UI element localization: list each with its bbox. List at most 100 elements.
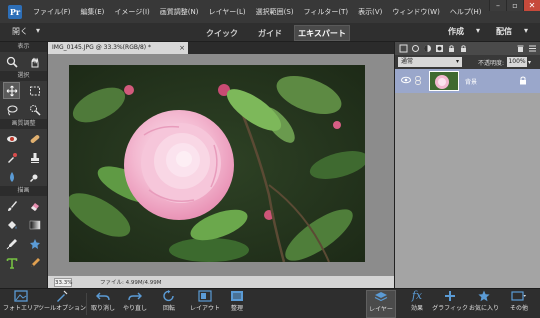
new-group-icon[interactable]	[411, 44, 420, 53]
lock-all-icon[interactable]	[459, 44, 468, 53]
menu-help[interactable]: ヘルプ(H)	[445, 7, 487, 17]
gradient-tool-icon[interactable]	[27, 216, 44, 233]
more-button[interactable]: その他	[504, 290, 534, 318]
sponge-tool-icon[interactable]	[27, 168, 44, 185]
lock-icon[interactable]	[447, 44, 456, 53]
menu-enhance[interactable]: 画質調整(N)	[155, 7, 204, 17]
tab-quick[interactable]: クイック	[200, 25, 244, 41]
quick-selection-tool-icon[interactable]	[27, 101, 44, 118]
fx-icon: fx	[411, 289, 423, 302]
menu-select[interactable]: 選択範囲(S)	[251, 7, 299, 17]
lasso-tool-icon[interactable]	[3, 101, 20, 118]
brush-tool-icon[interactable]	[3, 197, 20, 214]
undo-button[interactable]: 取り消し	[89, 290, 117, 318]
star-icon	[478, 290, 490, 302]
marquee-tool-icon[interactable]	[27, 82, 44, 99]
menu-image[interactable]: イメージ(I)	[109, 7, 154, 17]
paint-bucket-tool-icon[interactable]	[3, 216, 20, 233]
status-bar: 33.3% ファイル: 4.99M/4.99M	[48, 276, 394, 288]
minimize-button[interactable]: –	[489, 0, 506, 11]
eraser-tool-icon[interactable]	[27, 197, 44, 214]
close-button[interactable]: ✕	[523, 0, 540, 11]
background-lock-icon	[518, 75, 528, 87]
effects-label: 効果	[410, 305, 423, 312]
document-tab[interactable]: IMG_0145.JPG @ 33.3%(RGB/8) * ×	[48, 42, 188, 54]
new-layer-icon[interactable]	[399, 44, 408, 53]
create-menu[interactable]: 作成 ▾	[448, 26, 480, 37]
photo-bin-button[interactable]: フォトエリア	[3, 290, 39, 318]
chevron-down-icon: ▾	[455, 58, 459, 65]
opacity-label: 不透明度:	[478, 59, 505, 67]
custom-shape-tool-icon[interactable]	[27, 235, 44, 252]
tab-guided[interactable]: ガイド	[252, 25, 288, 41]
chevron-down-icon: ▾	[36, 26, 41, 35]
clone-stamp-tool-icon[interactable]	[27, 149, 44, 166]
layout-button[interactable]: レイアウト	[189, 290, 221, 318]
move-tool-icon[interactable]	[3, 82, 21, 99]
layout-label: レイアウト	[189, 305, 220, 312]
chevron-down-icon: ▾	[524, 26, 529, 35]
eye-icon[interactable]	[401, 76, 411, 86]
more-label: その他	[509, 305, 528, 312]
layers-panel: 通常 ▾ 不透明度: 100% ▾ 背景	[394, 42, 540, 293]
tool-section-enhance: 画質調整	[0, 119, 47, 129]
opacity-field[interactable]: 100%	[507, 57, 528, 67]
menu-layer[interactable]: レイヤー(L)	[203, 7, 250, 17]
menu-filter[interactable]: フィルター(T)	[299, 7, 354, 17]
layer-mask-icon[interactable]	[435, 44, 444, 53]
redo-icon	[128, 292, 142, 301]
eyedropper-tool-icon[interactable]	[3, 235, 20, 252]
spot-healing-tool-icon[interactable]	[27, 130, 44, 147]
photo-canvas[interactable]	[69, 65, 365, 262]
rotate-icon	[163, 290, 174, 302]
maximize-button[interactable]: ▫	[506, 0, 523, 11]
blend-mode-value: 通常	[401, 58, 414, 65]
layers-button[interactable]: レイヤー	[366, 290, 396, 318]
adjustment-layer-icon[interactable]	[423, 44, 432, 53]
blend-mode-select[interactable]: 通常 ▾	[398, 57, 462, 67]
favorites-label: お気に入り	[468, 305, 499, 312]
red-eye-tool-icon[interactable]	[3, 130, 20, 147]
type-tool-icon[interactable]	[3, 254, 20, 271]
link-icon[interactable]	[414, 76, 422, 87]
smart-brush-tool-icon[interactable]	[3, 149, 20, 166]
layout-icon	[198, 290, 212, 302]
favorites-button[interactable]: お気に入り	[468, 290, 500, 318]
effects-button[interactable]: fx 効果	[404, 290, 430, 318]
layers-list-empty	[395, 93, 540, 293]
close-icon[interactable]: ×	[179, 42, 185, 54]
graphics-label: グラフィック	[432, 305, 468, 312]
tool-section-view: 表示	[0, 42, 47, 52]
create-label: 作成	[448, 27, 464, 36]
share-menu[interactable]: 配信 ▾	[496, 26, 528, 37]
menu-window[interactable]: ウィンドウ(W)	[387, 7, 444, 17]
open-button[interactable]: 開く ▾	[12, 26, 40, 37]
redo-button[interactable]: やり直し	[121, 290, 149, 318]
menu-file[interactable]: ファイル(F)	[28, 7, 76, 17]
rotate-button[interactable]: 回転	[154, 290, 184, 318]
menu-edit[interactable]: 編集(E)	[76, 7, 110, 17]
zoom-tool-icon[interactable]	[3, 53, 20, 70]
canvas-area[interactable]	[48, 54, 394, 276]
undo-icon	[96, 292, 110, 301]
trash-icon[interactable]	[516, 44, 525, 53]
pencil-tool-icon[interactable]	[27, 254, 44, 271]
tool-section-draw: 描画	[0, 186, 47, 196]
mode-bar: 開く ▾ クイック ガイド エキスパート 作成 ▾ 配信 ▾	[0, 23, 540, 42]
app-logo: Pr	[8, 4, 22, 19]
layer-name: 背景	[465, 78, 478, 86]
zoom-field[interactable]: 33.3%	[54, 277, 72, 287]
separator	[86, 293, 87, 315]
tool-options-icon	[57, 290, 68, 302]
tab-expert[interactable]: エキスパート	[294, 25, 350, 41]
tool-options-button[interactable]: ツールオプション	[38, 290, 86, 318]
graphics-button[interactable]: グラフィック	[432, 290, 468, 318]
layer-options: 通常 ▾ 不透明度: 100% ▾	[395, 55, 540, 69]
menu-view[interactable]: 表示(V)	[353, 7, 387, 17]
chevron-down-icon[interactable]: ▾	[528, 59, 531, 66]
layer-row-background[interactable]: 背景	[395, 69, 540, 93]
hand-tool-icon[interactable]	[27, 53, 44, 70]
organize-button[interactable]: 整理	[225, 290, 249, 318]
blur-tool-icon[interactable]	[3, 168, 20, 185]
panel-menu-icon[interactable]	[528, 44, 537, 53]
